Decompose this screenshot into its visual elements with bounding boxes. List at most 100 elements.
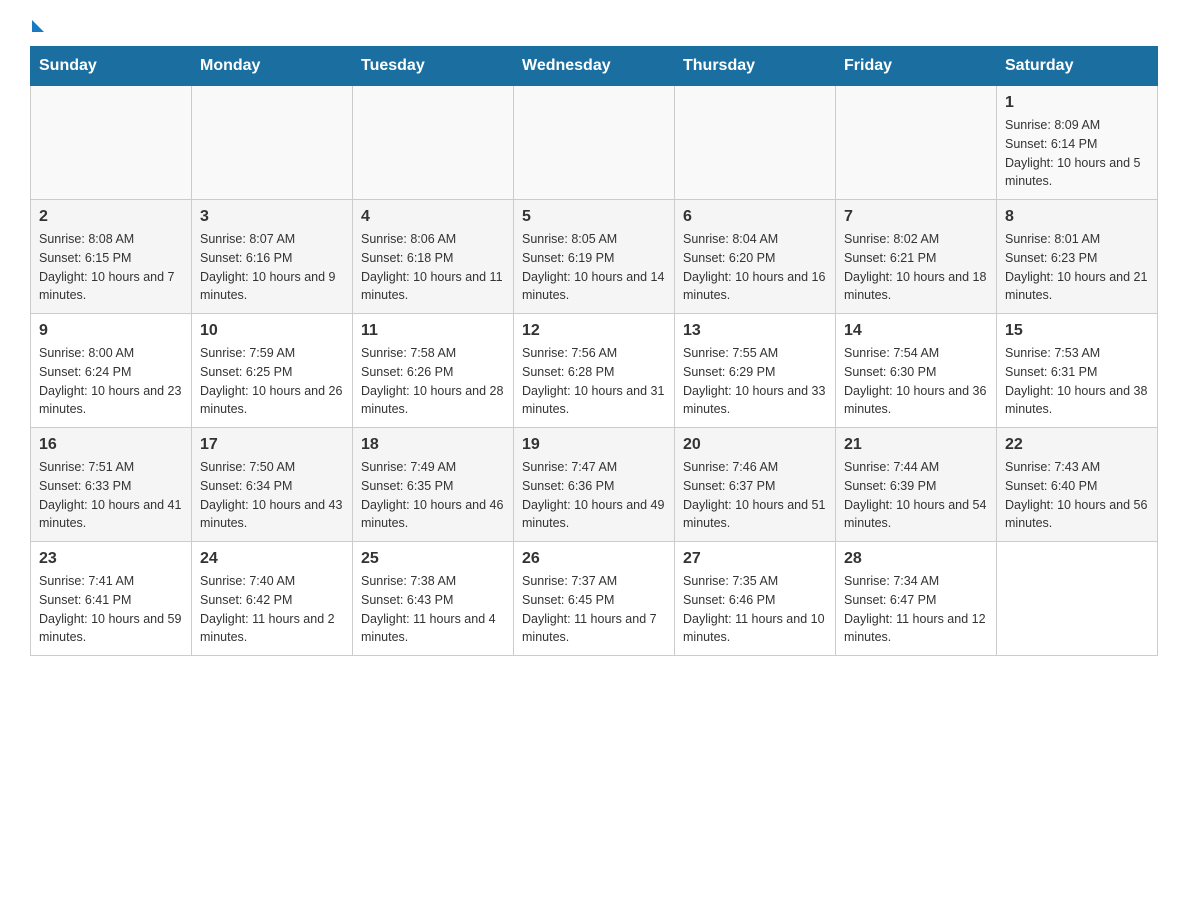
day-number: 27 (683, 550, 827, 568)
calendar-cell: 15 Sunrise: 7:53 AMSunset: 6:31 PMDayligh… (997, 314, 1158, 428)
calendar-cell: 28 Sunrise: 7:34 AMSunset: 6:47 PMDayligh… (836, 542, 997, 656)
calendar-cell: 2 Sunrise: 8:08 AMSunset: 6:15 PMDaylight… (31, 200, 192, 314)
calendar-table: SundayMondayTuesdayWednesdayThursdayFrid… (30, 46, 1158, 656)
calendar-week-row: 9 Sunrise: 8:00 AMSunset: 6:24 PMDaylight… (31, 314, 1158, 428)
day-info: Sunrise: 7:55 AMSunset: 6:29 PMDaylight:… (683, 344, 827, 419)
day-info: Sunrise: 8:05 AMSunset: 6:19 PMDaylight:… (522, 230, 666, 305)
day-number: 25 (361, 550, 505, 568)
day-info: Sunrise: 7:59 AMSunset: 6:25 PMDaylight:… (200, 344, 344, 419)
weekday-header-friday: Friday (836, 47, 997, 86)
weekday-header-wednesday: Wednesday (514, 47, 675, 86)
calendar-cell: 6 Sunrise: 8:04 AMSunset: 6:20 PMDaylight… (675, 200, 836, 314)
calendar-cell: 4 Sunrise: 8:06 AMSunset: 6:18 PMDaylight… (353, 200, 514, 314)
day-number: 4 (361, 208, 505, 226)
day-info: Sunrise: 7:46 AMSunset: 6:37 PMDaylight:… (683, 458, 827, 533)
day-info: Sunrise: 8:00 AMSunset: 6:24 PMDaylight:… (39, 344, 183, 419)
day-number: 2 (39, 208, 183, 226)
calendar-cell: 27 Sunrise: 7:35 AMSunset: 6:46 PMDayligh… (675, 542, 836, 656)
day-number: 5 (522, 208, 666, 226)
calendar-cell: 16Sunrise: 7:51 AMSunset: 6:33 PMDayligh… (31, 428, 192, 542)
day-info: Sunrise: 8:04 AMSunset: 6:20 PMDaylight:… (683, 230, 827, 305)
weekday-header-tuesday: Tuesday (353, 47, 514, 86)
calendar-cell: 19 Sunrise: 7:47 AMSunset: 6:36 PMDayligh… (514, 428, 675, 542)
calendar-cell: 17 Sunrise: 7:50 AMSunset: 6:34 PMDayligh… (192, 428, 353, 542)
day-info: Sunrise: 8:07 AMSunset: 6:16 PMDaylight:… (200, 230, 344, 305)
day-number: 23 (39, 550, 183, 568)
calendar-cell: 9 Sunrise: 8:00 AMSunset: 6:24 PMDaylight… (31, 314, 192, 428)
day-info: Sunrise: 7:51 AMSunset: 6:33 PMDaylight:… (39, 458, 183, 533)
day-number: 10 (200, 322, 344, 340)
calendar-cell: 11 Sunrise: 7:58 AMSunset: 6:26 PMDayligh… (353, 314, 514, 428)
day-number: 13 (683, 322, 827, 340)
logo-general-text (30, 20, 44, 36)
day-number: 17 (200, 436, 344, 454)
weekday-header-monday: Monday (192, 47, 353, 86)
calendar-cell: 21Sunrise: 7:44 AMSunset: 6:39 PMDayligh… (836, 428, 997, 542)
day-info: Sunrise: 7:50 AMSunset: 6:34 PMDaylight:… (200, 458, 344, 533)
day-number: 12 (522, 322, 666, 340)
calendar-week-row: 16Sunrise: 7:51 AMSunset: 6:33 PMDayligh… (31, 428, 1158, 542)
day-info: Sunrise: 7:54 AMSunset: 6:30 PMDaylight:… (844, 344, 988, 419)
day-number: 9 (39, 322, 183, 340)
day-info: Sunrise: 7:43 AMSunset: 6:40 PMDaylight:… (1005, 458, 1149, 533)
calendar-cell (836, 86, 997, 200)
page-header (30, 20, 1158, 36)
calendar-cell: 8 Sunrise: 8:01 AMSunset: 6:23 PMDaylight… (997, 200, 1158, 314)
day-info: Sunrise: 7:35 AMSunset: 6:46 PMDaylight:… (683, 572, 827, 647)
day-number: 1 (1005, 94, 1149, 112)
day-info: Sunrise: 8:01 AMSunset: 6:23 PMDaylight:… (1005, 230, 1149, 305)
calendar-cell: 10 Sunrise: 7:59 AMSunset: 6:25 PMDayligh… (192, 314, 353, 428)
calendar-cell: 12 Sunrise: 7:56 AMSunset: 6:28 PMDayligh… (514, 314, 675, 428)
calendar-week-row: 2 Sunrise: 8:08 AMSunset: 6:15 PMDaylight… (31, 200, 1158, 314)
calendar-cell: 25 Sunrise: 7:38 AMSunset: 6:43 PMDayligh… (353, 542, 514, 656)
day-info: Sunrise: 7:58 AMSunset: 6:26 PMDaylight:… (361, 344, 505, 419)
day-number: 15 (1005, 322, 1149, 340)
logo (30, 20, 44, 36)
weekday-header-thursday: Thursday (675, 47, 836, 86)
day-info: Sunrise: 7:47 AMSunset: 6:36 PMDaylight:… (522, 458, 666, 533)
day-number: 14 (844, 322, 988, 340)
calendar-cell (675, 86, 836, 200)
day-info: Sunrise: 8:09 AMSunset: 6:14 PMDaylight:… (1005, 116, 1149, 191)
day-info: Sunrise: 7:34 AMSunset: 6:47 PMDaylight:… (844, 572, 988, 647)
day-info: Sunrise: 7:40 AMSunset: 6:42 PMDaylight:… (200, 572, 344, 647)
calendar-week-row: 23Sunrise: 7:41 AMSunset: 6:41 PMDayligh… (31, 542, 1158, 656)
calendar-cell: 26 Sunrise: 7:37 AMSunset: 6:45 PMDayligh… (514, 542, 675, 656)
day-number: 18 (361, 436, 505, 454)
calendar-cell: 23Sunrise: 7:41 AMSunset: 6:41 PMDayligh… (31, 542, 192, 656)
day-info: Sunrise: 7:37 AMSunset: 6:45 PMDaylight:… (522, 572, 666, 647)
day-number: 11 (361, 322, 505, 340)
day-number: 22 (1005, 436, 1149, 454)
calendar-week-row: 1 Sunrise: 8:09 AMSunset: 6:14 PMDaylight… (31, 86, 1158, 200)
calendar-cell: 24 Sunrise: 7:40 AMSunset: 6:42 PMDayligh… (192, 542, 353, 656)
calendar-cell: 22 Sunrise: 7:43 AMSunset: 6:40 PMDayligh… (997, 428, 1158, 542)
day-number: 28 (844, 550, 988, 568)
day-info: Sunrise: 8:06 AMSunset: 6:18 PMDaylight:… (361, 230, 505, 305)
weekday-header-row: SundayMondayTuesdayWednesdayThursdayFrid… (31, 47, 1158, 86)
calendar-cell: 14 Sunrise: 7:54 AMSunset: 6:30 PMDayligh… (836, 314, 997, 428)
calendar-cell (31, 86, 192, 200)
day-number: 6 (683, 208, 827, 226)
calendar-cell (192, 86, 353, 200)
calendar-cell (997, 542, 1158, 656)
calendar-cell: 20Sunrise: 7:46 AMSunset: 6:37 PMDayligh… (675, 428, 836, 542)
logo-triangle-icon (32, 20, 44, 32)
weekday-header-saturday: Saturday (997, 47, 1158, 86)
day-number: 3 (200, 208, 344, 226)
day-info: Sunrise: 8:08 AMSunset: 6:15 PMDaylight:… (39, 230, 183, 305)
calendar-cell: 5 Sunrise: 8:05 AMSunset: 6:19 PMDaylight… (514, 200, 675, 314)
day-number: 8 (1005, 208, 1149, 226)
day-number: 26 (522, 550, 666, 568)
day-info: Sunrise: 7:38 AMSunset: 6:43 PMDaylight:… (361, 572, 505, 647)
day-number: 24 (200, 550, 344, 568)
day-info: Sunrise: 7:53 AMSunset: 6:31 PMDaylight:… (1005, 344, 1149, 419)
calendar-cell: 1 Sunrise: 8:09 AMSunset: 6:14 PMDaylight… (997, 86, 1158, 200)
day-number: 7 (844, 208, 988, 226)
calendar-cell: 13 Sunrise: 7:55 AMSunset: 6:29 PMDayligh… (675, 314, 836, 428)
day-info: Sunrise: 7:56 AMSunset: 6:28 PMDaylight:… (522, 344, 666, 419)
weekday-header-sunday: Sunday (31, 47, 192, 86)
day-info: Sunrise: 8:02 AMSunset: 6:21 PMDaylight:… (844, 230, 988, 305)
day-number: 19 (522, 436, 666, 454)
calendar-cell (514, 86, 675, 200)
day-info: Sunrise: 7:49 AMSunset: 6:35 PMDaylight:… (361, 458, 505, 533)
